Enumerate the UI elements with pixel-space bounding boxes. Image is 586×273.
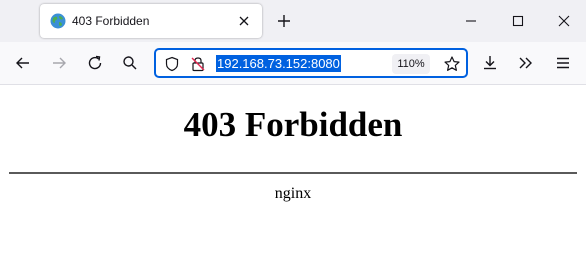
tab-active[interactable]: 403 Forbidden (40, 4, 262, 38)
insecure-lock-icon[interactable] (190, 56, 206, 72)
address-bar[interactable]: 192.168.73.152:8080 110% (154, 48, 468, 78)
star-bookmark-icon[interactable] (443, 55, 461, 73)
server-signature: nginx (274, 185, 312, 202)
forward-arrow-icon[interactable] (49, 53, 69, 73)
minimize-icon[interactable] (461, 11, 481, 31)
maximize-icon[interactable] (508, 11, 528, 31)
new-tab-icon[interactable] (274, 11, 294, 31)
tab-strip: 403 Forbidden (0, 0, 586, 42)
reload-icon[interactable] (85, 53, 105, 73)
shield-icon[interactable] (164, 56, 180, 72)
back-arrow-icon[interactable] (13, 53, 33, 73)
close-icon[interactable] (236, 13, 252, 29)
zoom-level-badge[interactable]: 110% (392, 54, 430, 74)
url-text[interactable]: 192.168.73.152:8080 (216, 55, 341, 72)
page-content: 403 Forbidden nginx (0, 85, 586, 273)
search-icon[interactable] (120, 53, 140, 73)
horizontal-rule (9, 172, 577, 174)
download-icon[interactable] (480, 53, 500, 73)
navigation-toolbar: 192.168.73.152:8080 110% (0, 42, 586, 85)
menu-hamburger-icon[interactable] (553, 53, 573, 73)
page-title: 403 Forbidden (183, 105, 403, 144)
globe-icon (50, 13, 66, 29)
tab-title: 403 Forbidden (72, 14, 150, 28)
overflow-chevrons-icon[interactable] (516, 53, 536, 73)
window-close-icon[interactable] (554, 11, 574, 31)
